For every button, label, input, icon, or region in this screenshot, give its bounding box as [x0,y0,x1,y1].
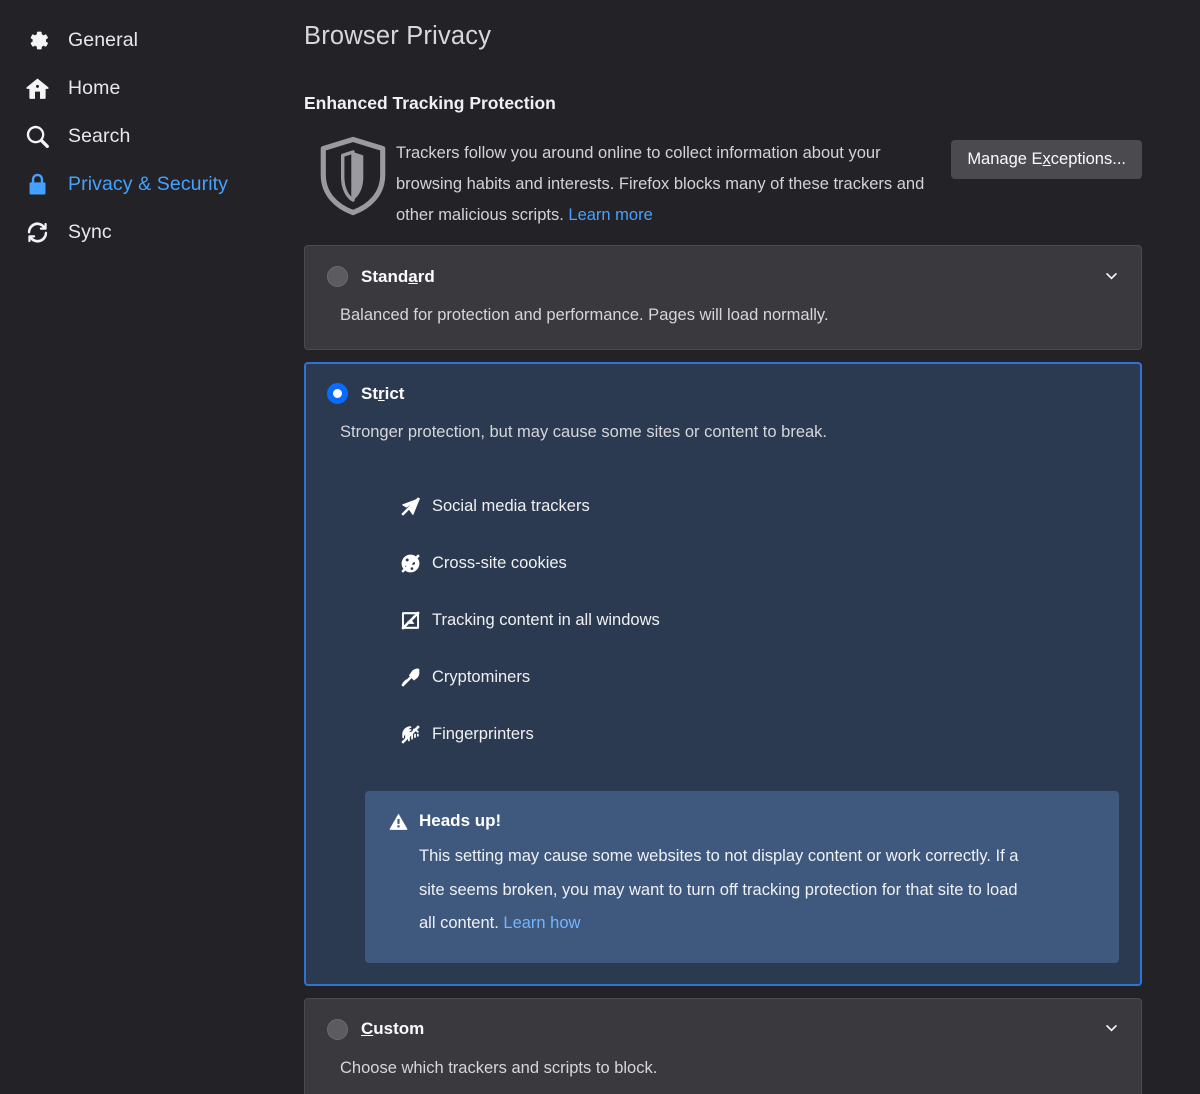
blocked-item-label: Cryptominers [432,668,531,686]
blocked-item-label: Fingerprinters [432,725,534,743]
manage-exceptions-suffix: ceptions... [1050,150,1126,168]
sidebar: General Home Search Privacy & Security S [0,0,290,1094]
option-title-suffix: ict [384,383,405,403]
option-description-standard: Balanced for protection and performance.… [340,306,829,324]
option-header-standard: Standard [327,266,1119,287]
sidebar-item-privacy-security[interactable]: Privacy & Security [0,160,290,208]
intro-description: Trackers follow you around online to col… [396,134,937,231]
social-tracker-blocked-icon [399,496,421,518]
radio-custom[interactable] [327,1018,348,1040]
learn-how-link[interactable]: Learn how [503,914,580,932]
tracking-content-blocked-icon [399,610,421,632]
cryptominer-blocked-icon [399,667,421,689]
blocked-item-label: Tracking content in all windows [432,611,660,629]
manage-exceptions-accesskey: x [1042,150,1051,168]
option-header-strict: Strict [327,383,1119,404]
manage-exceptions-button[interactable]: Manage Exceptions... [951,140,1142,179]
radio-strict[interactable] [327,383,348,404]
search-icon [24,123,50,149]
option-title-strict: Strict [361,384,404,404]
option-title-standard: Standard [361,267,435,287]
shield-icon [310,134,396,220]
gear-icon [24,27,50,53]
lock-icon [24,171,50,197]
sidebar-item-label: Sync [68,220,112,243]
blocked-item-label: Cross-site cookies [432,554,567,572]
option-description-custom: Choose which trackers and scripts to blo… [340,1058,658,1077]
radio-standard[interactable] [327,266,348,287]
blocked-item: Tracking content in all windows [399,592,1119,649]
option-card-custom[interactable]: Custom Choose which trackers and scripts… [304,997,1142,1094]
option-card-standard[interactable]: Standard Balanced for protection and per… [304,245,1142,350]
option-title-prefix: St [361,383,378,403]
sidebar-item-search[interactable]: Search [0,112,290,160]
main-content: Browser Privacy Enhanced Tracking Protec… [290,0,1200,1094]
option-title-custom: Custom [361,1019,424,1039]
option-title-suffix: ustom [373,1019,425,1038]
option-title-accesskey: a [408,266,418,286]
fingerprinter-blocked-icon [399,724,421,746]
option-title-prefix: Stand [361,266,409,286]
protection-level-options: Standard Balanced for protection and per… [304,245,1142,1094]
sidebar-item-label: Search [68,124,131,147]
section-title-enhanced-tracking-protection: Enhanced Tracking Protection [304,93,556,113]
sidebar-item-home[interactable]: Home [0,64,290,112]
manage-exceptions-wrap: Manage Exceptions... [937,134,1142,179]
sync-icon [24,219,50,245]
option-title-accesskey: r [378,383,385,403]
blocked-item: Cryptominers [399,649,1119,706]
sidebar-item-general[interactable]: General [0,16,290,64]
sidebar-item-label: Home [68,76,121,99]
blocked-item-label: Social media trackers [432,497,590,515]
intro-description-text: Trackers follow you around online to col… [396,144,925,224]
option-title-suffix: rd [417,266,435,286]
home-icon [24,75,50,101]
blocked-item: Fingerprinters [399,706,1119,763]
sidebar-item-label: General [68,28,139,51]
warning-triangle-icon [389,812,408,831]
option-title-accesskey: C [361,1019,374,1038]
heads-up-warning: Heads up! This setting may cause some we… [365,791,1119,963]
blocked-items-list: Social media trackers Cross-site cookies… [399,478,1119,763]
page-title: Browser Privacy [304,22,492,50]
intro-row: Trackers follow you around online to col… [304,134,1142,231]
warning-title: Heads up! [419,811,502,830]
warning-header: Heads up! [389,811,1095,831]
sidebar-item-label: Privacy & Security [68,172,229,195]
manage-exceptions-prefix: Manage E [967,150,1043,168]
sidebar-item-sync[interactable]: Sync [0,208,290,256]
chevron-down-icon[interactable] [1101,1019,1121,1039]
preferences-window: General Home Search Privacy & Security S [0,0,1200,1094]
option-header-custom: Custom [327,1018,1119,1040]
chevron-down-icon[interactable] [1101,266,1121,286]
option-description-strict: Stronger protection, but may cause some … [340,423,827,441]
learn-more-link[interactable]: Learn more [568,206,652,224]
warning-body: This setting may cause some websites to … [419,840,1029,941]
option-card-strict[interactable]: Strict Stronger protection, but may caus… [304,362,1142,986]
blocked-item: Social media trackers [399,478,1119,535]
blocked-item: Cross-site cookies [399,535,1119,592]
cookie-blocked-icon [399,553,421,575]
